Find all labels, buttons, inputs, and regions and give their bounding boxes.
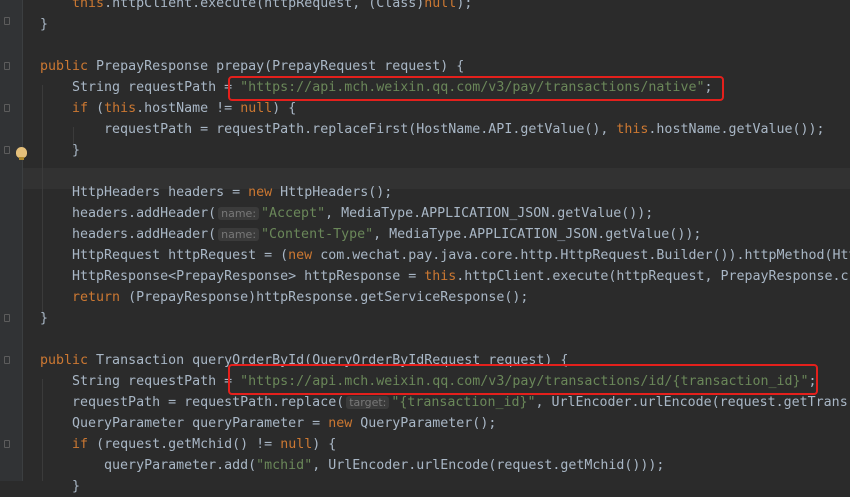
code-token: headers.addHeader(	[40, 227, 217, 242]
code-line[interactable]: headers.addHeader(name: "Content-Type", M…	[40, 224, 701, 245]
keyword-token: this	[424, 269, 457, 284]
string-token: "Content-Type"	[261, 227, 374, 242]
code-token: com.wechat.pay.java.core.http.HttpReques…	[320, 248, 850, 263]
keyword-token: this	[616, 122, 649, 137]
code-token: (request.getMchid() !=	[96, 437, 281, 452]
code-line[interactable]: this.httpClient.execute(httpRequest, (Cl…	[40, 0, 472, 14]
code-token: HttpResponse<PrepayResponse> httpRespons…	[40, 269, 425, 284]
string-token: "{transaction_id}"	[391, 395, 536, 410]
keyword-token: new	[248, 185, 281, 200]
code-line[interactable]: HttpRequest httpRequest = (new com.wecha…	[40, 245, 850, 266]
code-line[interactable]: HttpHeaders headers = new HttpHeaders();	[40, 182, 392, 203]
code-line[interactable]: if (request.getMchid() != null) {	[40, 434, 336, 455]
lightbulb-icon[interactable]	[16, 147, 27, 160]
code-token: .httpClient.execute(httpRequest, PrepayR…	[456, 269, 849, 284]
code-token: headers.addHeader(	[40, 206, 217, 221]
code-line[interactable]: }	[40, 308, 48, 329]
code-token: .httpClient.execute(httpRequest, (Class)	[104, 0, 425, 11]
code-token: QueryParameter();	[360, 416, 497, 431]
fold-marker-icon[interactable]	[4, 314, 10, 322]
code-line[interactable]: public PrepayResponse prepay(PrepayReque…	[40, 56, 464, 77]
code-line[interactable]: if (this.hostName != null) {	[40, 98, 296, 119]
parameter-hint: name:	[218, 228, 260, 241]
highlight-box	[228, 76, 724, 101]
keyword-token: new	[288, 248, 321, 263]
code-line[interactable]: QueryParameter queryParameter = new Quer…	[40, 413, 496, 434]
fold-marker-icon[interactable]	[4, 356, 10, 364]
code-token: HttpHeaders();	[280, 185, 393, 200]
code-line[interactable]: }	[40, 140, 80, 161]
keyword-token: public	[40, 59, 97, 74]
keyword-token: this	[104, 101, 137, 116]
code-token: queryParameter.add(	[40, 458, 257, 473]
code-token: requestPath = requestPath.replaceFirst(H…	[40, 122, 617, 137]
code-line[interactable]: headers.addHeader(name: "Accept", MediaTy…	[40, 203, 653, 224]
fold-marker-icon[interactable]	[4, 146, 10, 154]
code-token: }	[40, 311, 49, 326]
code-line[interactable]: requestPath = requestPath.replaceFirst(H…	[40, 119, 825, 140]
code-token: }	[40, 479, 81, 494]
fold-marker-icon[interactable]	[4, 62, 10, 70]
keyword-token: return	[72, 290, 129, 305]
code-token: }	[40, 143, 81, 158]
code-token: );	[456, 0, 473, 11]
keyword-token: public	[40, 353, 97, 368]
code-token: , MediaType.APPLICATION_JSON.getValue())…	[325, 206, 654, 221]
code-token: QueryParameter queryParameter =	[40, 416, 329, 431]
code-token: }	[40, 17, 49, 32]
code-line[interactable]: HttpResponse<PrepayResponse> httpRespons…	[40, 266, 849, 287]
keyword-token: null	[240, 101, 273, 116]
keyword-token: this	[72, 0, 105, 11]
keyword-token: null	[424, 0, 457, 11]
code-token: String requestPath =	[40, 80, 241, 95]
parameter-hint: name:	[218, 207, 260, 220]
code-token: ) {	[272, 101, 297, 116]
code-token: (PrepayResponse)httpResponse.getServiceR…	[128, 290, 529, 305]
code-line[interactable]: }	[40, 476, 80, 497]
code-token: .hostName.getValue());	[648, 122, 825, 137]
code-line[interactable]: return (PrepayResponse)httpResponse.getS…	[40, 287, 528, 308]
code-token: PrepayResponse prepay(PrepayRequest requ…	[96, 59, 465, 74]
code-token: HttpRequest httpRequest = (	[40, 248, 289, 263]
code-line[interactable]: queryParameter.add("mchid", UrlEncoder.u…	[40, 455, 664, 476]
code-token: HttpHeaders headers =	[40, 185, 249, 200]
string-token: "mchid"	[256, 458, 313, 473]
parameter-hint: target:	[346, 396, 390, 409]
code-line[interactable]: requestPath = requestPath.replace(target…	[40, 392, 848, 413]
code-token: (	[96, 101, 105, 116]
fold-marker-icon[interactable]	[4, 440, 10, 448]
code-token: requestPath = requestPath.replace(	[40, 395, 345, 410]
code-token: ) {	[312, 437, 337, 452]
code-token: , UrlEncoder.urlEncode(request.getTrans	[535, 395, 848, 410]
keyword-token: null	[280, 437, 313, 452]
keyword-token: if	[72, 437, 97, 452]
fold-marker-icon[interactable]	[4, 104, 10, 112]
highlight-box	[228, 364, 818, 395]
editor-gutter	[0, 0, 23, 481]
code-token: , MediaType.APPLICATION_JSON.getValue())…	[373, 227, 702, 242]
keyword-token: if	[72, 101, 97, 116]
keyword-token: new	[328, 416, 361, 431]
code-line[interactable]: }	[40, 14, 48, 35]
code-token: , UrlEncoder.urlEncode(request.getMchid(…	[312, 458, 665, 473]
code-token: String requestPath =	[40, 374, 241, 389]
fold-marker-icon[interactable]	[4, 17, 10, 25]
string-token: "Accept"	[261, 206, 326, 221]
code-token: .hostName !=	[136, 101, 241, 116]
